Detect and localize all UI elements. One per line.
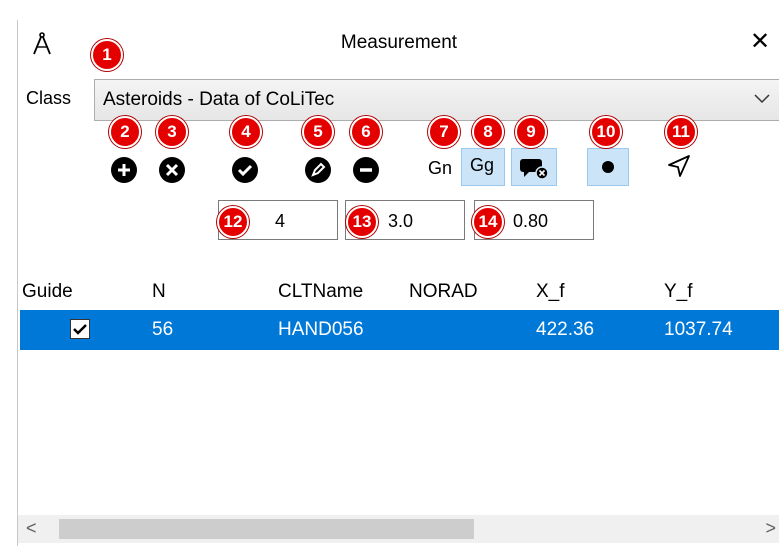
close-button[interactable]: ✕	[746, 28, 774, 56]
pencil-icon	[311, 162, 326, 177]
annotation-badge-14: 14	[472, 206, 504, 238]
remove-button[interactable]	[159, 157, 185, 183]
header-y-f[interactable]: Y_f	[664, 281, 693, 303]
minus-button[interactable]	[353, 157, 379, 183]
cell-cltname: HAND056	[278, 319, 364, 340]
annotation-badge-5: 5	[302, 116, 334, 148]
confirm-button[interactable]	[232, 157, 258, 183]
class-label: Class	[26, 88, 72, 108]
navigation-arrow-icon[interactable]	[666, 153, 692, 179]
add-button[interactable]	[111, 157, 137, 183]
annotation-badge-1: 1	[91, 39, 123, 71]
comment-remove-icon	[520, 159, 549, 180]
checkmark-icon	[73, 324, 87, 335]
annotation-badge-8: 8	[472, 116, 504, 148]
plus-icon	[118, 164, 130, 176]
header-cltname[interactable]: CLTName	[278, 281, 363, 303]
minus-icon	[360, 168, 372, 172]
measurement-window: Measurement ✕ Class Asteroids - Data of …	[17, 20, 779, 546]
class-dropdown[interactable]: Asteroids - Data of CoLiTec	[94, 79, 779, 121]
guide-checkbox[interactable]	[70, 319, 90, 339]
title-bar: Measurement ✕	[18, 20, 779, 64]
edit-button[interactable]	[305, 157, 331, 183]
gg-label: Gg	[470, 155, 495, 175]
class-dropdown-value: Asteroids - Data of CoLiTec	[103, 89, 335, 110]
annotation-badge-11: 11	[665, 116, 697, 148]
header-guide[interactable]: Guide	[22, 281, 73, 303]
gn-button[interactable]: Gn	[420, 151, 460, 185]
header-n[interactable]: N	[152, 281, 166, 303]
gg-button[interactable]: Gg	[461, 148, 505, 186]
table-header: Guide N CLTName NORAD X_f Y_f	[18, 273, 779, 313]
value-field-1-text: 4	[275, 211, 286, 231]
annotation-badge-10: 10	[590, 116, 622, 148]
annotation-badge-2: 2	[109, 116, 141, 148]
value-field-3-text: 0.80	[513, 211, 549, 231]
scrollbar-thumb[interactable]	[59, 519, 474, 539]
horizontal-scrollbar[interactable]: < >	[18, 515, 779, 543]
value-field-2-text: 3.0	[388, 211, 414, 231]
cell-y-f: 1037.74	[664, 319, 733, 340]
table-row[interactable]: 56 HAND056 422.36 1037.74	[20, 310, 779, 350]
dot-icon	[602, 161, 614, 173]
annotation-badge-4: 4	[230, 116, 262, 148]
annotation-badge-6: 6	[350, 116, 382, 148]
window-title: Measurement	[340, 32, 458, 53]
check-icon	[237, 164, 253, 177]
annotation-badge-9: 9	[515, 116, 547, 148]
cell-x-f: 422.36	[536, 319, 595, 340]
cell-n: 56	[152, 319, 174, 340]
point-button[interactable]	[587, 148, 629, 186]
header-norad[interactable]: NORAD	[409, 281, 478, 303]
header-x-f[interactable]: X_f	[536, 281, 565, 303]
scroll-left-icon[interactable]: <	[26, 518, 37, 539]
scroll-right-icon[interactable]: >	[765, 518, 776, 539]
annotation-badge-3: 3	[156, 116, 188, 148]
chevron-down-icon	[754, 94, 770, 104]
annotation-badge-12: 12	[217, 206, 249, 238]
x-icon	[165, 163, 179, 177]
annotation-badge-7: 7	[428, 116, 460, 148]
annotation-badge-13: 13	[346, 206, 378, 238]
comment-remove-button[interactable]	[511, 148, 557, 186]
